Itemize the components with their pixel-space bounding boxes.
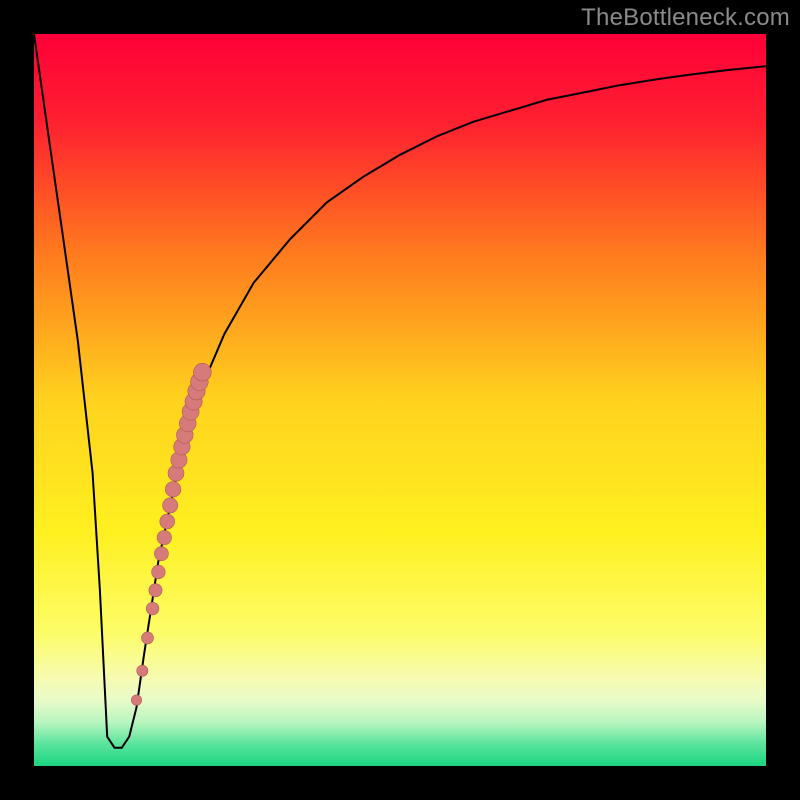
data-point — [163, 498, 178, 513]
bottleneck-chart — [34, 34, 766, 766]
data-point — [137, 665, 148, 676]
data-point — [146, 602, 159, 615]
data-point — [152, 565, 166, 579]
data-point — [160, 514, 175, 529]
data-point — [157, 530, 171, 544]
data-point — [194, 363, 212, 381]
watermark-text: TheBottleneck.com — [581, 4, 790, 32]
data-point — [154, 547, 168, 561]
data-point — [149, 584, 162, 597]
data-point — [165, 482, 181, 498]
data-point — [142, 632, 154, 644]
data-point — [131, 695, 141, 705]
